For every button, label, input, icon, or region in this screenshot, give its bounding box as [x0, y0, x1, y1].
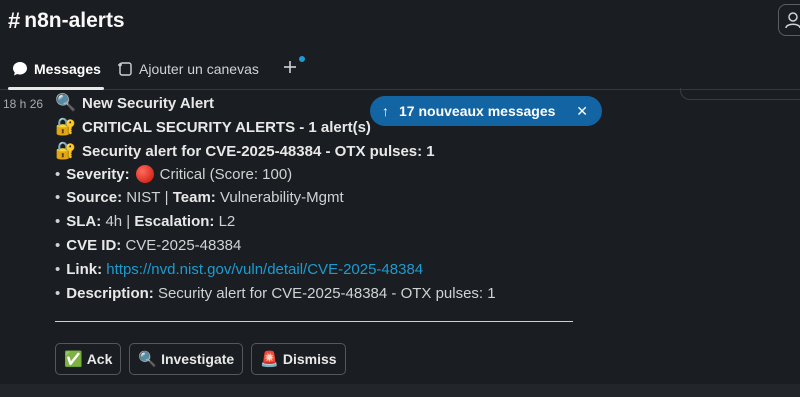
close-icon[interactable]: ✕ — [576, 103, 588, 120]
red-circle-icon — [135, 165, 154, 183]
investigate-button-label: Investigate — [161, 351, 235, 367]
channel-hash-icon: # — [8, 8, 21, 33]
bullet: • — [55, 213, 61, 230]
separator: | — [164, 189, 169, 206]
active-tab-indicator — [8, 87, 104, 90]
description-label: Description: — [66, 285, 154, 302]
critical-alerts-text: CRITICAL SECURITY ALERTS - 1 alert(s) — [82, 118, 371, 136]
separator: | — [126, 213, 131, 230]
escalation-label: Escalation: — [134, 213, 215, 230]
team-value: Vulnerability-Mgmt — [219, 189, 344, 206]
severity-value: Critical (Score: 100) — [159, 165, 293, 183]
channel-header: # n8n-alerts — [0, 0, 800, 44]
message-title: 🔍 New Security Alert — [55, 93, 214, 113]
alert-summary-text: Security alert for CVE-2025-48384 - OTX … — [82, 142, 435, 160]
new-messages-text: 17 nouveaux messages — [399, 103, 556, 119]
bullet: • — [55, 165, 61, 183]
source-value: NIST — [126, 189, 161, 206]
team-label: Team: — [172, 189, 216, 206]
bullet: • — [55, 189, 61, 206]
action-buttons: ✅ Ack 🔍 Investigate 🚨 Dismiss — [55, 343, 346, 375]
bottom-bar — [0, 384, 800, 397]
cve-label: CVE ID: — [66, 237, 122, 254]
arrow-up-icon: ↑ — [382, 103, 389, 119]
description-value: Security alert for CVE-2025-48384 - OTX … — [157, 285, 496, 302]
cve-value: CVE-2025-48384 — [125, 237, 242, 254]
message-timestamp[interactable]: 18 h 26 — [3, 97, 43, 111]
link-line: • Link: https://nvd.nist.gov/vuln/detail… — [55, 261, 423, 278]
sla-value: 4h — [105, 213, 123, 230]
cve-line: • CVE ID: CVE-2025-48384 — [55, 237, 241, 254]
lock-key-icon: 🔐 — [55, 141, 77, 160]
escalation-value: L2 — [218, 213, 236, 230]
notification-dot — [299, 56, 305, 62]
dismiss-button-label: Dismiss — [282, 351, 337, 367]
bullet: • — [55, 285, 61, 302]
tab-add-canvas-label: Ajouter un canevas — [139, 61, 259, 77]
bullet: • — [55, 237, 61, 254]
source-line: • Source: NIST | Team: Vulnerability-Mgm… — [55, 189, 344, 206]
magnifier-icon: 🔍 — [55, 93, 77, 112]
dismiss-button[interactable]: 🚨 Dismiss — [251, 343, 346, 375]
investigate-button[interactable]: 🔍 Investigate — [129, 343, 244, 375]
check-mark-icon: ✅ — [64, 351, 83, 368]
message-divider — [55, 321, 573, 322]
tab-add-canvas[interactable]: Ajouter un canevas — [117, 58, 259, 80]
source-label: Source: — [66, 189, 123, 206]
channel-title[interactable]: # n8n-alerts — [8, 8, 125, 34]
channel-name: n8n-alerts — [24, 9, 125, 32]
message-bubble-icon — [13, 62, 27, 76]
severity-label: Severity: — [66, 165, 130, 183]
channel-tabs: Messages Ajouter un canevas — [0, 50, 800, 90]
bullet: • — [55, 261, 61, 278]
tab-messages-label: Messages — [34, 61, 101, 77]
person-icon — [785, 12, 800, 29]
new-messages-banner[interactable]: ↑ 17 nouveaux messages ✕ — [370, 96, 602, 126]
canvas-add-icon — [118, 62, 132, 76]
ack-button[interactable]: ✅ Ack — [55, 343, 122, 375]
link-label: Link: — [66, 261, 103, 278]
description-line: • Description: Security alert for CVE-20… — [55, 285, 496, 302]
alert-summary-line: 🔐 Security alert for CVE-2025-48384 - OT… — [55, 141, 435, 161]
huddle-button[interactable] — [778, 4, 800, 36]
sla-line: • SLA: 4h | Escalation: L2 — [55, 213, 235, 230]
message-title-text: New Security Alert — [82, 94, 214, 112]
tab-messages[interactable]: Messages — [12, 58, 101, 80]
siren-icon: 🚨 — [260, 351, 279, 368]
severity-line: • Severity: Critical (Score: 100) — [55, 165, 292, 183]
magnifier-icon: 🔍 — [138, 351, 158, 368]
nvd-link[interactable]: https://nvd.nist.gov/vuln/detail/CVE-202… — [106, 261, 423, 278]
critical-alerts-line: 🔐 CRITICAL SECURITY ALERTS - 1 alert(s) — [55, 117, 371, 137]
ack-button-label: Ack — [86, 351, 113, 367]
sla-label: SLA: — [66, 213, 102, 230]
plus-icon — [284, 61, 296, 73]
thread-panel-edge — [680, 88, 800, 100]
lock-key-icon: 🔐 — [55, 117, 77, 136]
